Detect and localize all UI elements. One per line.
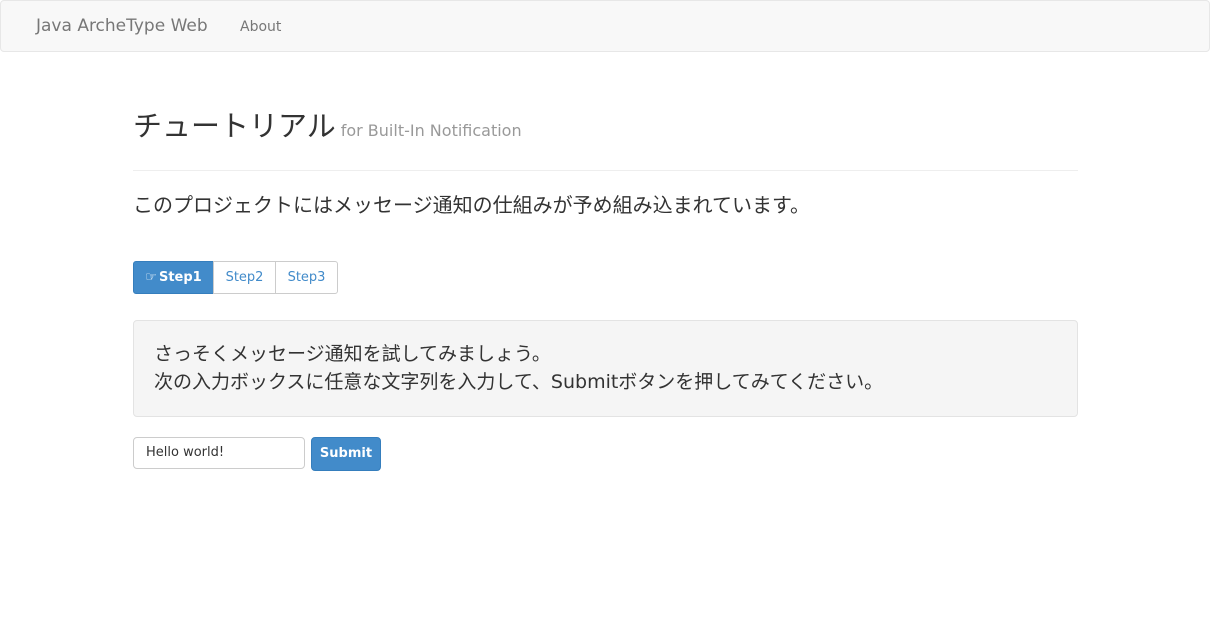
navbar-brand[interactable]: Java ArcheType Web [36, 16, 208, 36]
step2-button[interactable]: Step2 [213, 261, 276, 294]
nav-link-about[interactable]: About [240, 18, 281, 36]
step1-label: Step1 [158, 270, 202, 285]
message-input[interactable] [133, 437, 305, 469]
page-subtitle: for Built-In Notification [340, 121, 522, 140]
instruction-line-1: さっそくメッセージ通知を試してみましょう。 [154, 343, 551, 365]
instruction-line-2: 次の入力ボックスに任意な文字列を入力して、Submitボタンを押してみてください… [154, 371, 884, 393]
navbar: Java ArcheType Web About [0, 0, 1210, 52]
page-title: チュートリアル [133, 109, 336, 143]
instruction-well: さっそくメッセージ通知を試してみましょう。 次の入力ボックスに任意な文字列を入力… [133, 320, 1078, 417]
lead-text: このプロジェクトにはメッセージ通知の仕組みが予め組み込まれています。 [133, 193, 810, 217]
step3-label: Step3 [287, 270, 326, 285]
hand-pointing-right-icon: ☞ [145, 270, 157, 285]
step1-button[interactable]: ☞ Step1 [133, 261, 214, 294]
page-header: チュートリアル for Built-In Notification [133, 107, 1078, 171]
step-button-group: ☞ Step1 Step2 Step3 [133, 261, 338, 294]
step2-label: Step2 [225, 270, 264, 285]
submit-button[interactable]: Submit [311, 437, 381, 471]
step3-button[interactable]: Step3 [275, 261, 338, 294]
